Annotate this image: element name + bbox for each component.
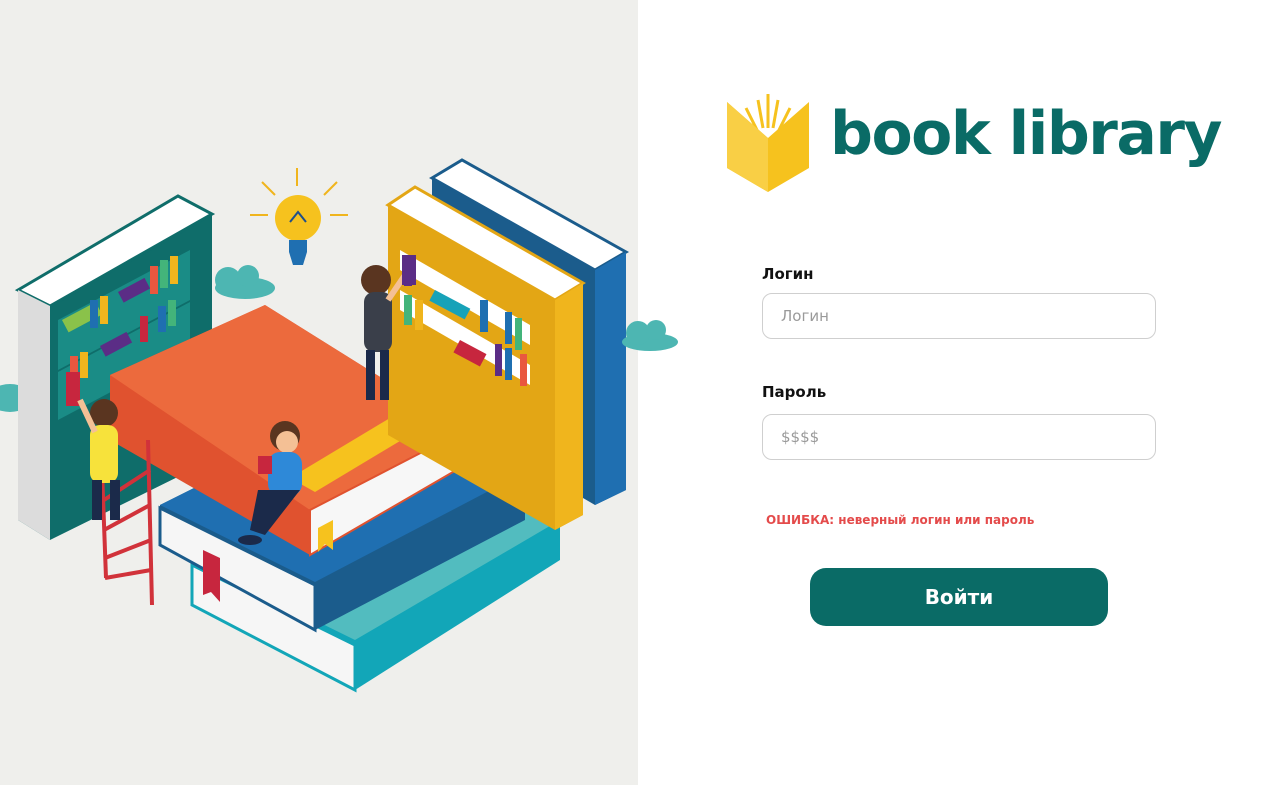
password-label: Пароль bbox=[762, 383, 827, 401]
lightbulb-icon bbox=[250, 168, 348, 265]
library-illustration bbox=[0, 158, 630, 693]
login-input[interactable] bbox=[762, 293, 1156, 339]
illustration-panel bbox=[0, 0, 638, 785]
login-label: Логин bbox=[762, 265, 814, 283]
brand-name: book library bbox=[830, 99, 1223, 169]
open-book-icon bbox=[727, 94, 809, 192]
login-button[interactable]: Войти bbox=[810, 568, 1108, 626]
error-message: ОШИБКА: неверный логин или пароль bbox=[766, 513, 1035, 527]
password-input[interactable] bbox=[762, 414, 1156, 460]
cloud-icon bbox=[622, 320, 678, 351]
